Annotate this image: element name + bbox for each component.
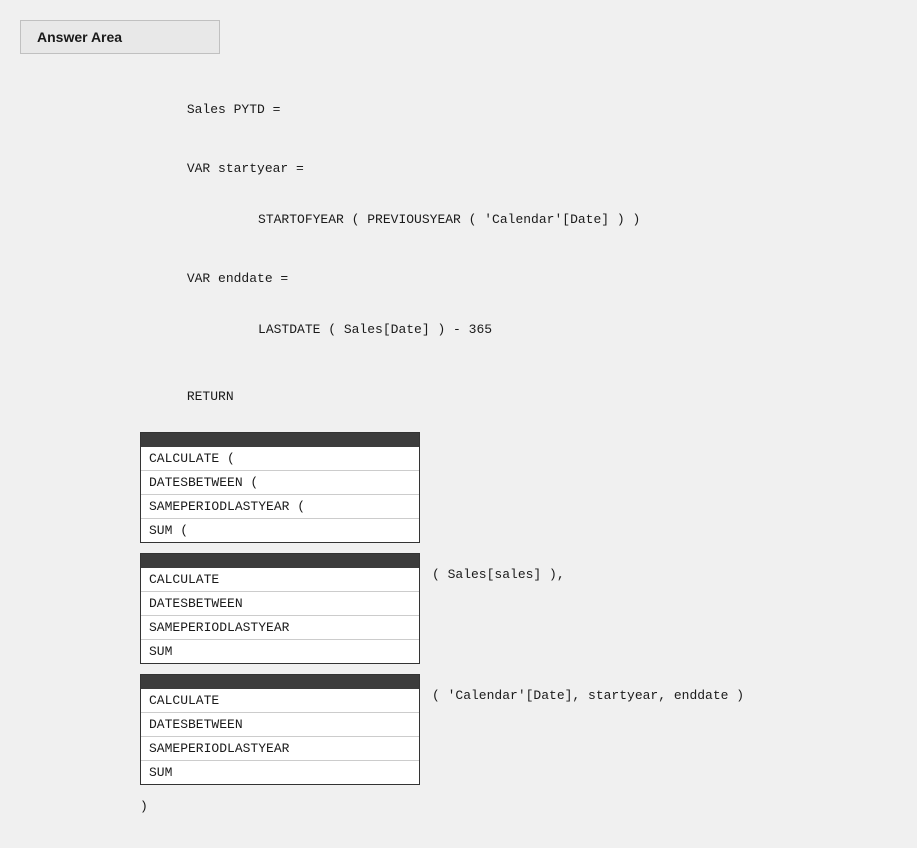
block2-item-3[interactable]: SAMEPERIODLASTYEAR bbox=[141, 616, 419, 640]
drag-box-header-2 bbox=[141, 554, 419, 568]
code-text-1: Sales PYTD = bbox=[187, 102, 281, 117]
code-line-4: VAR enddate = bbox=[140, 253, 917, 304]
block2-item-4[interactable]: SUM bbox=[141, 640, 419, 663]
block3-item-1[interactable]: CALCULATE bbox=[141, 689, 419, 713]
drag-box-header-3 bbox=[141, 675, 419, 689]
code-line-1: Sales PYTD = bbox=[140, 84, 917, 135]
answer-area-header: Answer Area bbox=[20, 20, 220, 54]
code-line-3: STARTOFYEAR ( PREVIOUSYEAR ( 'Calendar'[… bbox=[140, 194, 917, 245]
drag-box-header-1 bbox=[141, 433, 419, 447]
drag-box-1[interactable]: CALCULATE ( DATESBETWEEN ( SAMEPERIODLAS… bbox=[140, 432, 420, 543]
block-group-2: CALCULATE DATESBETWEEN SAMEPERIODLASTYEA… bbox=[140, 553, 917, 664]
drag-box-2[interactable]: CALCULATE DATESBETWEEN SAMEPERIODLASTYEA… bbox=[140, 553, 420, 664]
drag-box-3[interactable]: CALCULATE DATESBETWEEN SAMEPERIODLASTYEA… bbox=[140, 674, 420, 785]
block3-item-3[interactable]: SAMEPERIODLASTYEAR bbox=[141, 737, 419, 761]
code-area: Sales PYTD = VAR startyear = STARTOFYEAR… bbox=[140, 74, 917, 828]
block1-item-1[interactable]: CALCULATE ( bbox=[141, 447, 419, 471]
block3-item-4[interactable]: SUM bbox=[141, 761, 419, 784]
code-line-2: VAR startyear = bbox=[140, 143, 917, 194]
block1-item-4[interactable]: SUM ( bbox=[141, 519, 419, 542]
block1-item-3[interactable]: SAMEPERIODLASTYEAR ( bbox=[141, 495, 419, 519]
block2-item-1[interactable]: CALCULATE bbox=[141, 568, 419, 592]
block-group-1: CALCULATE ( DATESBETWEEN ( SAMEPERIODLAS… bbox=[140, 432, 917, 543]
code-line-5: LASTDATE ( Sales[Date] ) - 365 bbox=[140, 304, 917, 355]
block2-item-2[interactable]: DATESBETWEEN bbox=[141, 592, 419, 616]
code-text-5: LASTDATE ( Sales[Date] ) - 365 bbox=[227, 322, 492, 337]
code-text-2: VAR startyear = bbox=[187, 161, 304, 176]
return-label: RETURN bbox=[187, 389, 234, 404]
answer-area-title: Answer Area bbox=[37, 29, 122, 45]
code-text-4: VAR enddate = bbox=[187, 271, 288, 286]
block2-inline-text: ( Sales[sales] ), bbox=[432, 553, 565, 582]
block-group-3: CALCULATE DATESBETWEEN SAMEPERIODLASTYEA… bbox=[140, 674, 917, 785]
closing-paren: ) bbox=[140, 795, 917, 818]
return-line: RETURN bbox=[140, 371, 917, 422]
closing-text: ) bbox=[140, 799, 148, 814]
page-container: Answer Area Sales PYTD = VAR startyear =… bbox=[0, 0, 917, 848]
block3-inline-text: ( 'Calendar'[Date], startyear, enddate ) bbox=[432, 674, 744, 703]
block1-item-2[interactable]: DATESBETWEEN ( bbox=[141, 471, 419, 495]
block3-item-2[interactable]: DATESBETWEEN bbox=[141, 713, 419, 737]
code-text-3: STARTOFYEAR ( PREVIOUSYEAR ( 'Calendar'[… bbox=[227, 212, 640, 227]
